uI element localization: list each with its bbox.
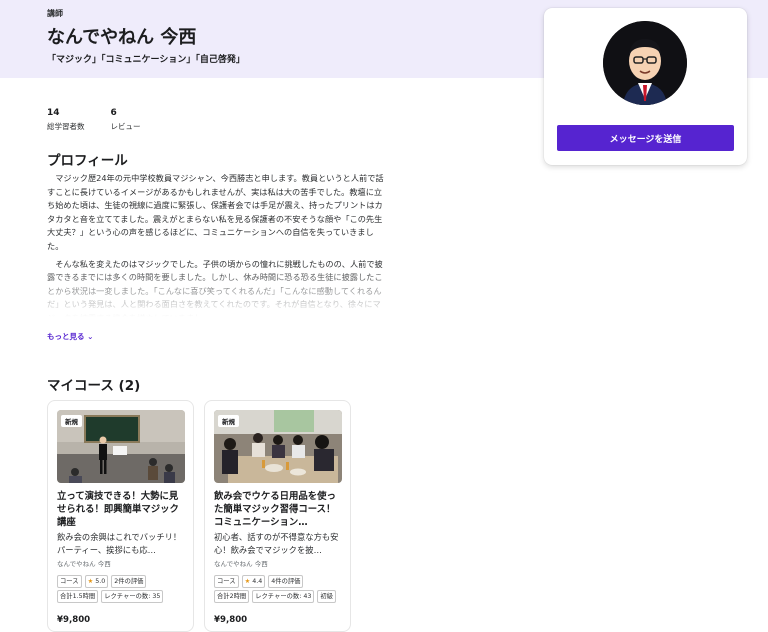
profile-text: マジック歴24年の元中学校教員マジシャン、今西勝志と申します。教員というと人前で… bbox=[47, 172, 385, 317]
instructor-role: 講師 bbox=[47, 9, 63, 18]
course-type-chip: コース bbox=[57, 575, 82, 588]
course-description: 初心者、話すのが不得意な方も安心！飲み会でマジックを披… bbox=[214, 532, 339, 555]
course-meta-row: コース ★ 4.4 4件の評価 bbox=[214, 575, 348, 588]
rating-value: 4.4 bbox=[252, 578, 263, 585]
stat-learners-value: 14 bbox=[47, 108, 60, 118]
stat-learners: 14 総学習者数 bbox=[47, 108, 85, 132]
instructor-tags: 「マジック」「コミュニケーション」「自己啓発」 bbox=[47, 55, 245, 65]
course-description: 飲み会の余興はこれでバッチリ！パーティー、挨拶にも応… bbox=[57, 532, 182, 555]
course-type-chip: コース bbox=[214, 575, 239, 588]
my-courses-heading: マイコース (2) bbox=[47, 378, 141, 394]
star-icon: ★ bbox=[87, 578, 94, 585]
course-author: なんでやねん 今西 bbox=[57, 560, 111, 568]
lectures-chip: レクチャーの数: 35 bbox=[101, 590, 164, 603]
duration-chip: 合計2時間 bbox=[214, 590, 250, 603]
rating-value: 5.0 bbox=[95, 578, 106, 585]
profile-paragraph: マジック歴24年の元中学校教員マジシャン、今西勝志と申します。教員というと人前で… bbox=[47, 173, 384, 251]
stat-reviews: 6 レビュー bbox=[111, 108, 141, 132]
new-badge: 新規 bbox=[218, 415, 239, 427]
show-more-link[interactable]: もっと見る ⌄ bbox=[47, 331, 93, 342]
level-chip: 初級 bbox=[317, 590, 336, 603]
new-badge: 新規 bbox=[61, 415, 82, 427]
course-meta-row: 合計1.5時間 レクチャーの数: 35 bbox=[57, 590, 191, 603]
course-thumbnail: 新規 bbox=[57, 410, 185, 483]
rating-chip: ★ 5.0 bbox=[84, 575, 109, 588]
stat-reviews-label: レビュー bbox=[110, 122, 141, 131]
instructor-stats: 14 総学習者数 6 レビュー bbox=[47, 108, 141, 132]
course-meta-row: 合計2時間 レクチャーの数: 43 初級 bbox=[214, 590, 348, 603]
course-price: ¥9,800 bbox=[214, 615, 248, 625]
send-message-button[interactable]: メッセージを送信 bbox=[557, 125, 734, 151]
course-card[interactable]: 新規 飲み会でウケる日用品を使った簡単マジック習得コース！コミュニケーション… … bbox=[204, 400, 351, 632]
instructor-name: なんでやねん 今西 bbox=[47, 27, 197, 48]
course-title[interactable]: 飲み会でウケる日用品を使った簡単マジック習得コース！コミュニケーション… bbox=[214, 490, 344, 529]
course-author: なんでやねん 今西 bbox=[214, 560, 268, 568]
instructor-side-card: メッセージを送信 bbox=[544, 8, 747, 165]
avatar bbox=[603, 21, 687, 105]
course-price: ¥9,800 bbox=[57, 615, 91, 625]
stat-reviews-value: 6 bbox=[110, 108, 117, 118]
rating-chip: ★ 4.4 bbox=[241, 575, 266, 588]
course-thumbnail: 新規 bbox=[214, 410, 342, 483]
duration-chip: 合計1.5時間 bbox=[57, 590, 99, 603]
reviews-chip: 2件の評価 bbox=[111, 575, 147, 588]
profile-paragraph: そんな私を変えたのはマジックでした。子供の頃からの憧れに挑戦したものの、人前で披… bbox=[47, 258, 383, 317]
course-meta-row: コース ★ 5.0 2件の評価 bbox=[57, 575, 191, 588]
reviews-chip: 4件の評価 bbox=[268, 575, 304, 588]
stat-learners-label: 総学習者数 bbox=[47, 122, 85, 131]
star-icon: ★ bbox=[244, 578, 251, 585]
course-title[interactable]: 立って演技できる！大勢に見せられる！即興簡単マジック講座 bbox=[57, 490, 187, 529]
course-card[interactable]: 新規 立って演技できる！大勢に見せられる！即興簡単マジック講座 飲み会の余興はこ… bbox=[47, 400, 194, 632]
lectures-chip: レクチャーの数: 43 bbox=[252, 590, 315, 603]
profile-heading: プロフィール bbox=[47, 153, 128, 169]
